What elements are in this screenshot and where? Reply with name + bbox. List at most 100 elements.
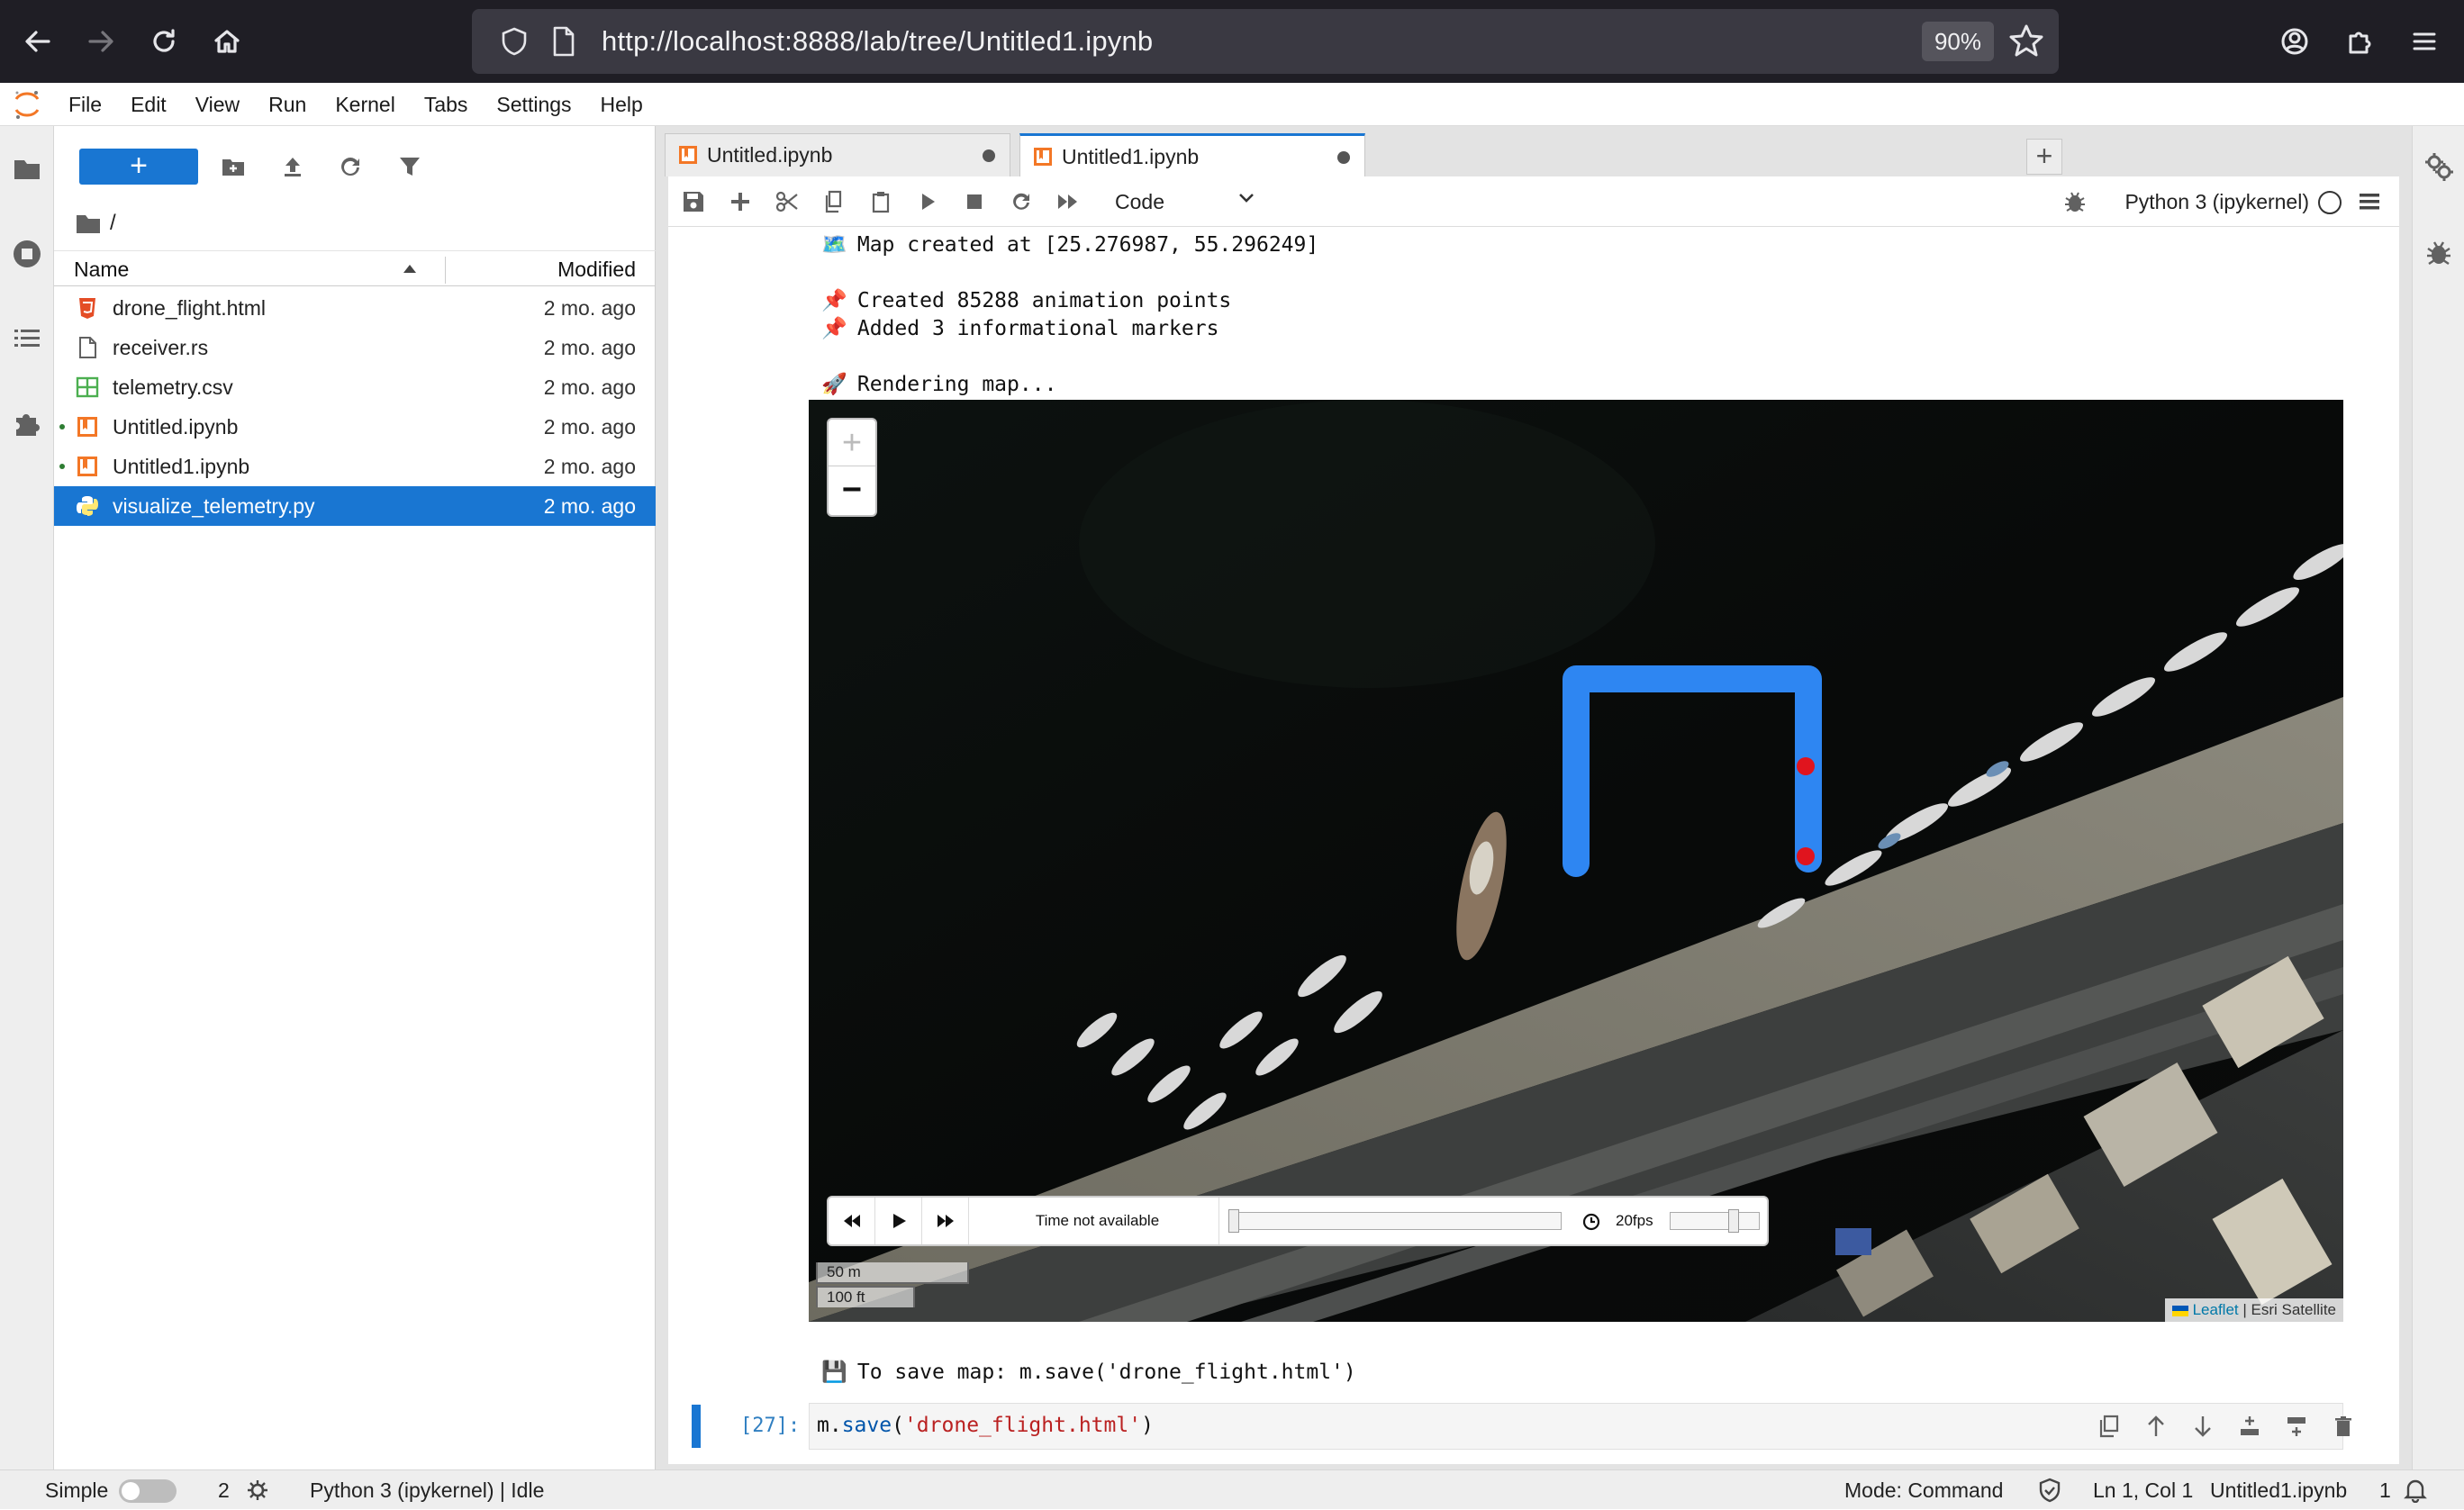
extension-manager-icon[interactable] bbox=[7, 403, 47, 443]
output-line: 🗺️ Map created at [25.276987, 55.296249] bbox=[821, 233, 1319, 257]
reload-button[interactable] bbox=[139, 16, 189, 67]
debugger-bug-icon[interactable] bbox=[2423, 238, 2454, 268]
restart-run-all-icon[interactable] bbox=[1054, 187, 1083, 216]
file-row[interactable]: drone_flight.html 2 mo. ago bbox=[54, 288, 656, 328]
menu-run[interactable]: Run bbox=[254, 83, 321, 126]
simple-mode-toggle[interactable] bbox=[119, 1479, 177, 1503]
zoom-control: + − bbox=[827, 418, 877, 517]
insert-below-icon[interactable] bbox=[2282, 1412, 2311, 1441]
shield-icon[interactable] bbox=[499, 26, 530, 57]
filter-icon[interactable] bbox=[393, 149, 427, 184]
insert-above-icon[interactable] bbox=[2235, 1412, 2264, 1441]
unsaved-indicator-icon[interactable] bbox=[983, 149, 995, 162]
slider-handle[interactable] bbox=[1228, 1209, 1239, 1233]
file-modified: 2 mo. ago bbox=[543, 375, 636, 399]
hamburger-menu-icon[interactable] bbox=[2399, 16, 2450, 67]
upload-icon[interactable] bbox=[276, 149, 310, 184]
bookmark-star-icon[interactable] bbox=[2007, 22, 2046, 61]
tab-untitled-ipynb[interactable]: Untitled.ipynb bbox=[665, 133, 1010, 176]
file-row[interactable]: receiver.rs 2 mo. ago bbox=[54, 328, 656, 367]
satellite-imagery[interactable] bbox=[809, 400, 2343, 1322]
flight-marker[interactable] bbox=[1797, 757, 1815, 775]
copy-icon[interactable] bbox=[820, 187, 848, 216]
zoom-out-button[interactable]: − bbox=[829, 467, 875, 514]
table-of-contents-icon[interactable] bbox=[7, 319, 47, 358]
column-divider[interactable] bbox=[445, 257, 446, 284]
interrupt-kernel-icon[interactable] bbox=[960, 187, 989, 216]
restart-kernel-icon[interactable] bbox=[1007, 187, 1036, 216]
leaflet-link[interactable]: Leaflet bbox=[2193, 1301, 2239, 1318]
running-indicator-icon bbox=[59, 424, 65, 429]
forward-button[interactable] bbox=[76, 16, 126, 67]
notification-count[interactable]: 1 bbox=[2379, 1470, 2391, 1510]
running-sessions-icon[interactable] bbox=[7, 234, 47, 274]
unsaved-indicator-icon[interactable] bbox=[1337, 151, 1350, 164]
url-text[interactable]: http://localhost:8888/lab/tree/Untitled1… bbox=[602, 25, 1153, 58]
chevron-down-icon[interactable] bbox=[1236, 187, 1257, 209]
menu-file[interactable]: File bbox=[54, 83, 116, 126]
menu-view[interactable]: View bbox=[181, 83, 254, 126]
column-name-header[interactable]: Name bbox=[74, 251, 129, 287]
paste-icon[interactable] bbox=[866, 187, 895, 216]
account-icon[interactable] bbox=[2269, 16, 2320, 67]
breadcrumb[interactable]: / bbox=[76, 205, 116, 241]
insert-cell-icon[interactable] bbox=[726, 187, 755, 216]
flight-marker[interactable] bbox=[1797, 847, 1815, 865]
output-line: 🚀 Rendering map... bbox=[821, 373, 1057, 396]
zoom-level-badge[interactable]: 90% bbox=[1921, 22, 1994, 61]
kernel-status-text[interactable]: Python 3 (ipykernel) | Idle bbox=[310, 1470, 544, 1510]
move-up-icon[interactable] bbox=[2142, 1412, 2170, 1441]
breadcrumb-root[interactable]: / bbox=[110, 211, 116, 236]
simple-mode-label: Simple bbox=[45, 1478, 109, 1502]
file-row[interactable]: visualize_telemetry.py 2 mo. ago bbox=[54, 486, 656, 526]
column-modified-header[interactable]: Modified bbox=[557, 251, 636, 287]
trusted-shield-icon[interactable] bbox=[2037, 1478, 2062, 1503]
zoom-in-button[interactable]: + bbox=[829, 420, 875, 466]
property-inspector-gears-icon[interactable] bbox=[2423, 151, 2454, 182]
home-button[interactable] bbox=[202, 16, 252, 67]
slider-handle[interactable] bbox=[1728, 1209, 1739, 1233]
folder-icon[interactable] bbox=[7, 149, 47, 189]
new-tab-button[interactable]: + bbox=[2026, 139, 2062, 175]
menu-kernel[interactable]: Kernel bbox=[321, 83, 409, 126]
file-modified: 2 mo. ago bbox=[543, 455, 636, 478]
fps-slider[interactable] bbox=[1670, 1209, 1760, 1233]
menu-edit[interactable]: Edit bbox=[116, 83, 181, 126]
debugger-bug-icon[interactable] bbox=[2062, 189, 2088, 214]
run-cell-icon[interactable] bbox=[913, 187, 942, 216]
terminal-count[interactable]: 2 bbox=[218, 1470, 230, 1510]
refresh-icon[interactable] bbox=[333, 149, 367, 184]
notebook-icon bbox=[76, 455, 99, 478]
floppy-disk-icon: 💾 bbox=[821, 1361, 847, 1384]
rewind-button[interactable] bbox=[829, 1198, 875, 1244]
right-sidebar-rail bbox=[2412, 126, 2464, 1469]
move-down-icon[interactable] bbox=[2188, 1412, 2217, 1441]
satellite-map[interactable]: + − Time not available 20fps 50 m 100 ft… bbox=[809, 400, 2343, 1322]
duplicate-cell-icon[interactable] bbox=[2095, 1412, 2124, 1441]
fast-forward-button[interactable] bbox=[922, 1198, 969, 1244]
kernel-name-button[interactable]: Python 3 (ipykernel) bbox=[2124, 176, 2309, 227]
play-button[interactable] bbox=[875, 1198, 922, 1244]
file-row[interactable]: telemetry.csv 2 mo. ago bbox=[54, 367, 656, 407]
time-slider[interactable] bbox=[1228, 1209, 1562, 1233]
cut-icon[interactable] bbox=[773, 187, 802, 216]
new-folder-icon[interactable] bbox=[216, 149, 250, 184]
back-button[interactable] bbox=[13, 16, 63, 67]
file-row[interactable]: Untitled.ipynb 2 mo. ago bbox=[54, 407, 656, 447]
active-cell-indicator[interactable] bbox=[692, 1405, 701, 1448]
extensions-icon[interactable] bbox=[2334, 16, 2385, 67]
menu-tabs[interactable]: Tabs bbox=[410, 83, 483, 126]
menu-lines-icon[interactable] bbox=[2358, 191, 2381, 212]
delete-cell-icon[interactable] bbox=[2329, 1412, 2358, 1441]
address-bar[interactable]: http://localhost:8888/lab/tree/Untitled1… bbox=[472, 9, 2059, 74]
notification-bell-icon[interactable] bbox=[2403, 1478, 2428, 1503]
new-launcher-button[interactable]: + bbox=[79, 149, 198, 185]
kernel-gear-icon[interactable] bbox=[247, 1479, 268, 1501]
menu-help[interactable]: Help bbox=[586, 83, 657, 126]
file-name: visualize_telemetry.py bbox=[113, 494, 315, 518]
save-icon[interactable] bbox=[679, 187, 708, 216]
menu-settings[interactable]: Settings bbox=[482, 83, 585, 126]
file-row[interactable]: Untitled1.ipynb 2 mo. ago bbox=[54, 447, 656, 486]
cursor-position[interactable]: Ln 1, Col 1 bbox=[2093, 1470, 2193, 1510]
tab-untitled1-ipynb[interactable]: Untitled1.ipynb bbox=[1019, 133, 1365, 176]
